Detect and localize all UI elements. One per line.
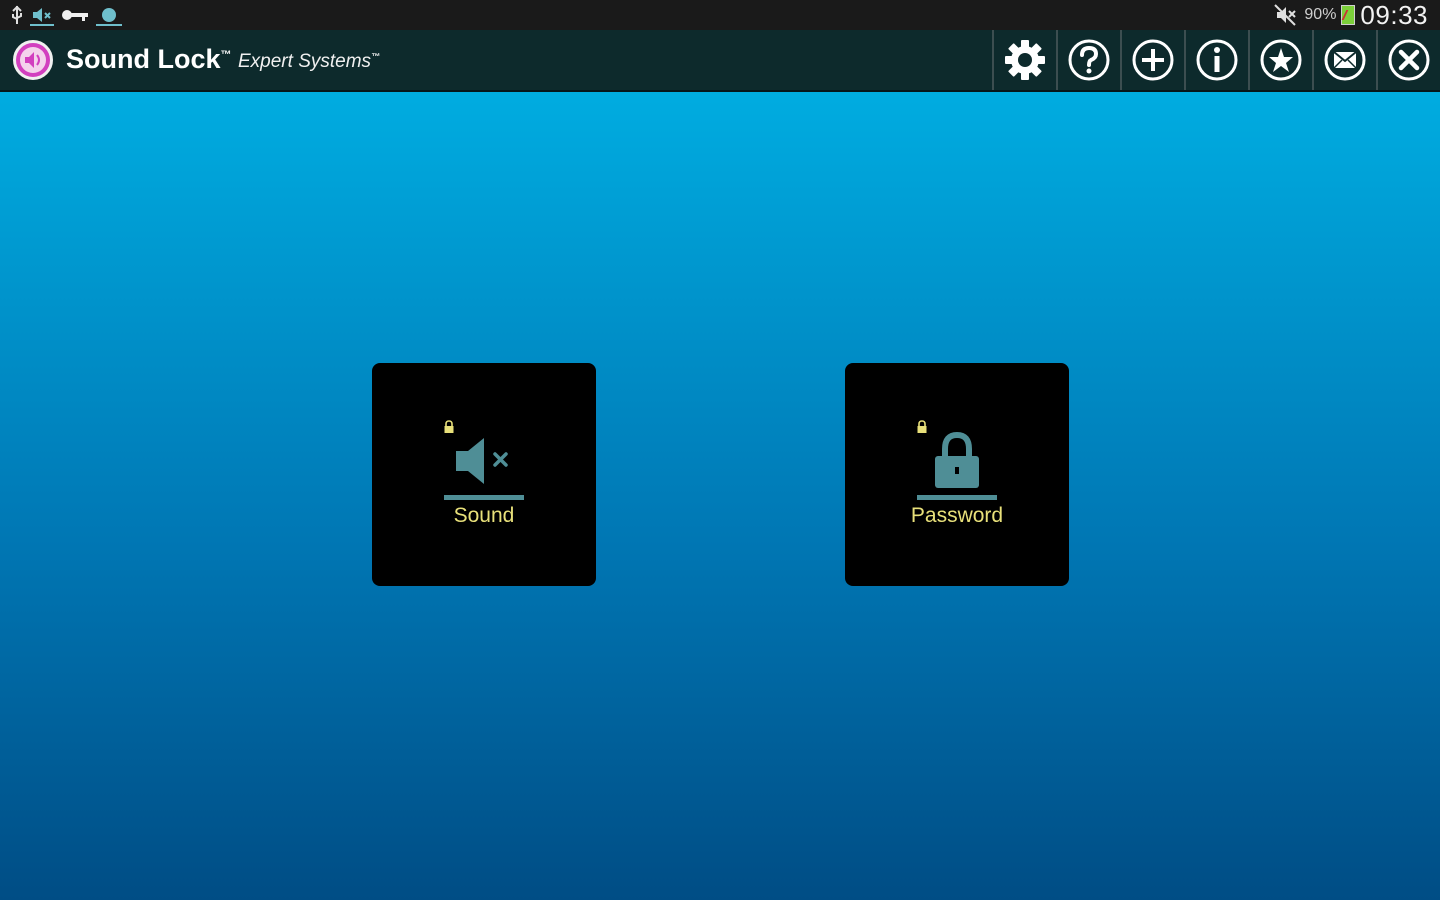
app-name: Sound Lock xyxy=(66,44,221,74)
sound-tile-button[interactable]: Sound xyxy=(372,363,596,586)
settings-button[interactable] xyxy=(992,30,1056,90)
mail-icon xyxy=(1324,39,1366,81)
add-button[interactable] xyxy=(1120,30,1184,90)
password-tile-button[interactable]: Password xyxy=(845,363,1069,586)
status-bar: 90% 09:33 xyxy=(0,0,1440,30)
email-button[interactable] xyxy=(1312,30,1376,90)
battery-icon xyxy=(1341,5,1356,25)
star-icon xyxy=(1260,39,1302,81)
favorite-button[interactable] xyxy=(1248,30,1312,90)
toolbar xyxy=(992,30,1440,90)
gear-icon xyxy=(1005,40,1045,80)
info-icon xyxy=(1196,39,1238,81)
app-subtitle-trademark: ™ xyxy=(371,51,381,62)
close-icon xyxy=(1388,39,1430,81)
status-left-icons xyxy=(10,3,122,27)
app-subtitle-text: Expert Systems xyxy=(238,51,372,72)
password-tile-underline xyxy=(917,495,997,500)
app-title: Sound Lock™ xyxy=(66,44,232,75)
help-icon xyxy=(1068,39,1110,81)
app-name-trademark: ™ xyxy=(220,49,232,61)
sound-tile-underline xyxy=(444,495,524,500)
help-button[interactable] xyxy=(1056,30,1120,90)
key-icon xyxy=(62,10,88,21)
password-tile-label: Password xyxy=(910,504,1004,527)
close-button[interactable] xyxy=(1376,30,1440,90)
sound-lock-logo-icon xyxy=(13,40,53,80)
sound-tile-label: Sound xyxy=(453,504,515,527)
notification-dot-icon xyxy=(96,8,122,26)
add-icon xyxy=(1132,39,1174,81)
usb-icon xyxy=(12,5,22,24)
action-bar: Sound Lock™ Expert Systems™ xyxy=(0,30,1440,92)
status-time: 09:33 xyxy=(1360,0,1428,30)
mute-icon xyxy=(1274,4,1297,26)
battery-percent: 90% xyxy=(1304,6,1337,23)
padlock-icon xyxy=(935,431,979,488)
speaker-mute-icon xyxy=(456,438,508,484)
app-subtitle: Expert Systems™ xyxy=(238,51,380,73)
info-button[interactable] xyxy=(1184,30,1248,90)
volume-mute-small-icon xyxy=(30,8,54,26)
status-right-icons: 90% 09:33 xyxy=(1273,0,1428,30)
